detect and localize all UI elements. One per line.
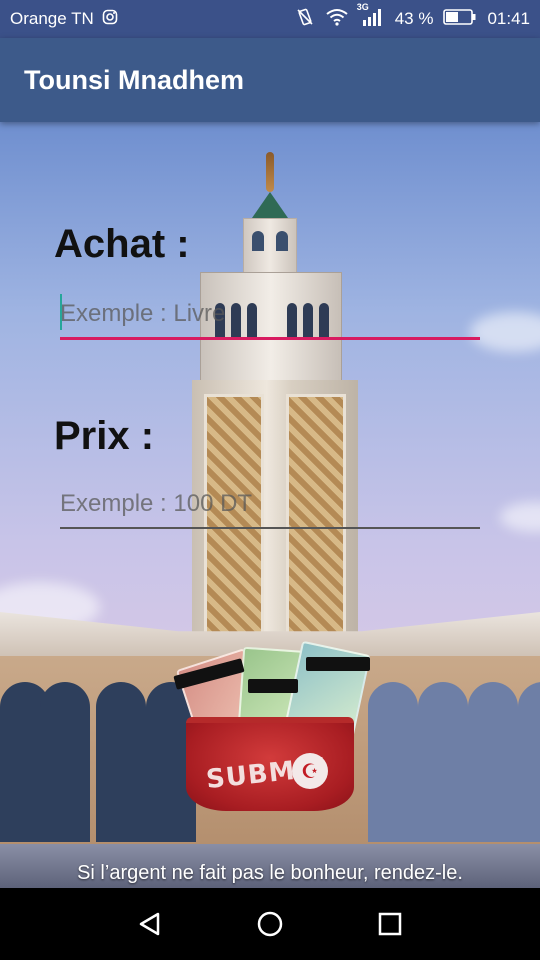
- network-type: 3G: [356, 1, 369, 12]
- app-bar: Tounsi Mnadhem: [0, 38, 540, 122]
- wifi-icon: [325, 8, 349, 31]
- app-title: Tounsi Mnadhem: [24, 64, 244, 95]
- no-vibrate-icon: [295, 7, 315, 32]
- submit-button[interactable]: SUBMIT ☪: [170, 637, 380, 817]
- price-input-underline: [60, 527, 480, 529]
- home-icon[interactable]: [250, 904, 290, 944]
- status-bar: Orange TN 3G 43 % 01:41: [0, 0, 540, 38]
- navigation-bar: [0, 888, 540, 960]
- recents-icon[interactable]: [370, 904, 410, 944]
- battery-icon: [443, 8, 477, 31]
- price-input[interactable]: [60, 484, 480, 524]
- clock: 01:41: [487, 9, 530, 28]
- sunglasses-icon: [306, 657, 370, 671]
- signal-icon: 3G: [357, 2, 385, 31]
- back-icon[interactable]: [130, 904, 170, 944]
- instagram-icon: [102, 9, 118, 30]
- sunglasses-icon: [248, 679, 298, 693]
- battery-percent: 43 %: [394, 9, 434, 28]
- status-bar-left: Orange TN: [10, 9, 118, 30]
- purchase-input-underline: [60, 337, 480, 340]
- purse-image: SUBMIT ☪: [186, 717, 354, 811]
- price-label: Prix :: [54, 414, 155, 458]
- tunisian-flag-icon: ☪: [292, 753, 328, 789]
- purchase-form: Achat : Prix : SUBMIT ☪ Si l’argent ne f…: [0, 122, 540, 888]
- text-cursor: [60, 294, 62, 330]
- status-bar-right: 3G 43 % 01:41: [295, 2, 530, 32]
- quote-text: Si l’argent ne fait pas le bonheur, rend…: [77, 862, 463, 884]
- purchase-label: Achat :: [54, 222, 190, 266]
- purchase-input[interactable]: [60, 294, 480, 334]
- carrier-name: Orange TN: [10, 9, 94, 28]
